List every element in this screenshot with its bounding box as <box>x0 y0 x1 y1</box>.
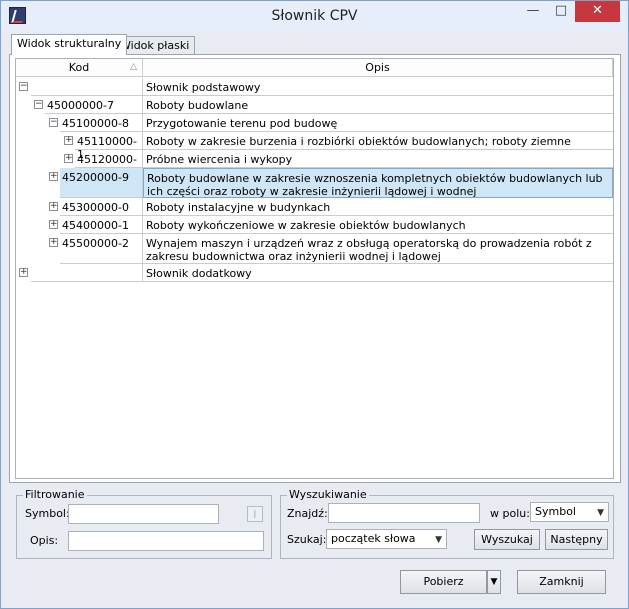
search-field-select[interactable]: Symbol ▼ <box>530 502 609 522</box>
table-row[interactable]: 45100000-8− Przygotowanie terenu pod budo… <box>16 114 613 132</box>
next-button[interactable]: Następny <box>545 529 608 550</box>
table-row[interactable]: 45120000-4+Próbne wiercenia i wykopy <box>16 150 613 179</box>
expand-icon[interactable]: + <box>64 154 73 163</box>
search-field-select-value: Symbol <box>535 505 576 518</box>
filter-symbol-label: Symbol: <box>25 507 70 520</box>
cell-kod: 45400000-1 <box>60 216 143 234</box>
cell-kod: 45500000-2 <box>60 234 143 264</box>
maximize-button[interactable]: □ <box>547 1 575 22</box>
cell-kod <box>31 78 143 96</box>
cell-opis: Przygotowanie terenu pod budowę <box>143 114 613 132</box>
cell-kod: 45300000-0 <box>60 198 143 216</box>
clear-filter-icon[interactable]: ∣ <box>247 506 263 522</box>
expand-icon[interactable]: + <box>49 202 58 211</box>
filter-group: Filtrowanie Symbol: ∣ Opis: <box>16 488 272 559</box>
table-row[interactable]: 45400000-1 + Roboty wykończeniowe w zakres… <box>16 216 613 234</box>
search-field-label: w polu: <box>490 507 530 520</box>
cpv-tree-table[interactable]: Kod △ Opis − Słownik podstawowy 45000000-7… <box>15 58 614 479</box>
cell-kod <box>31 264 143 282</box>
collapse-icon[interactable]: − <box>34 100 43 109</box>
search-find-label: Znajdź: <box>287 507 328 520</box>
column-header-kod-label: Kod <box>68 61 90 74</box>
structural-view-panel: Kod △ Opis − Słownik podstawowy 45000000-7… <box>9 54 621 483</box>
cell-kod: 45110000-1 <box>75 132 143 161</box>
close-window-button[interactable]: ✕ <box>575 1 620 22</box>
filter-group-title: Filtrowanie <box>23 488 87 501</box>
tab-structural-view[interactable]: Widok strukturalny <box>11 34 128 55</box>
cell-kod: 45100000-8 <box>60 114 143 132</box>
cell-kod: 45000000-7 <box>45 96 143 114</box>
cell-opis: Próbne wiercenia i wykopy <box>143 150 613 168</box>
fetch-dropdown-arrow-icon[interactable]: ▼ <box>487 570 501 594</box>
cell-opis: Roboty instalacyjne w budynkach <box>143 198 613 216</box>
filter-opis-input[interactable] <box>68 531 264 551</box>
column-header-opis[interactable]: Opis <box>143 59 613 77</box>
cell-opis: Wynajem maszyn i urządzeń wraz z obsługą… <box>143 234 613 264</box>
table-row[interactable]: 45500000-2 + Wynajem maszyn i urządzeń wra… <box>16 234 613 264</box>
chevron-down-icon: ▼ <box>597 508 604 518</box>
expand-icon[interactable]: + <box>49 220 58 229</box>
filter-symbol-input[interactable] <box>68 504 219 524</box>
table-row[interactable]: 45000000-7− Roboty budowlane <box>16 96 613 114</box>
search-mode-select-value: początek słowa <box>331 532 416 545</box>
collapse-icon[interactable]: − <box>49 118 58 127</box>
search-group: Wyszukiwanie Znajdź: w polu: Symbol ▼ Sz… <box>280 488 614 559</box>
search-find-input[interactable] <box>328 503 480 523</box>
filter-opis-label: Opis: <box>30 534 59 547</box>
table-row[interactable]: − Słownik podstawowy <box>16 78 613 96</box>
search-mode-select[interactable]: początek słowa ▼ <box>326 529 447 549</box>
collapse-icon[interactable]: − <box>19 82 28 91</box>
table-row[interactable]: 45200000-9 + Roboty budowlane w zakresie w… <box>16 168 613 198</box>
chevron-down-icon: ▼ <box>435 535 442 545</box>
expand-icon[interactable]: + <box>64 136 73 145</box>
search-group-title: Wyszukiwanie <box>287 488 369 501</box>
search-mode-label: Szukaj: <box>287 533 327 546</box>
table-row[interactable]: 45110000-1 + Roboty w zakresie burzenia i … <box>16 132 613 161</box>
title-bar[interactable]: Słownik CPV — □ ✕ <box>1 1 628 31</box>
cell-kod: 45200000-9 <box>60 168 143 198</box>
cell-kod: 45120000-4 <box>75 150 143 179</box>
close-button[interactable]: Zamknij <box>517 570 606 594</box>
column-header-kod[interactable]: Kod △ <box>16 59 143 77</box>
search-button[interactable]: Wyszukaj <box>474 529 540 550</box>
fetch-button[interactable]: Pobierz <box>400 570 487 594</box>
cell-opis: Słownik podstawowy <box>143 78 613 96</box>
cell-opis: Roboty w zakresie burzenia i rozbiórki o… <box>143 132 613 150</box>
cpv-dictionary-window: Słownik CPV — □ ✕ Widok strukturalny Wid… <box>0 0 629 609</box>
cell-opis: Roboty budowlane <box>143 96 613 114</box>
table-row[interactable]: 45300000-0 + Roboty instalacyjne w budynka… <box>16 198 613 216</box>
expand-icon[interactable]: + <box>49 238 58 247</box>
cell-opis: Roboty budowlane w zakresie wznoszenia k… <box>143 168 613 198</box>
expand-icon[interactable]: + <box>49 172 58 181</box>
table-header: Kod △ Opis <box>16 59 613 77</box>
table-row[interactable]: + Słownik dodatkowy <box>16 264 613 282</box>
minimize-button[interactable]: — <box>519 1 547 22</box>
expand-icon[interactable]: + <box>19 268 28 277</box>
cell-opis: Roboty wykończeniowe w zakresie obiektów… <box>143 216 613 234</box>
cell-opis: Słownik dodatkowy <box>143 264 613 282</box>
sort-ascending-icon: △ <box>130 62 137 72</box>
